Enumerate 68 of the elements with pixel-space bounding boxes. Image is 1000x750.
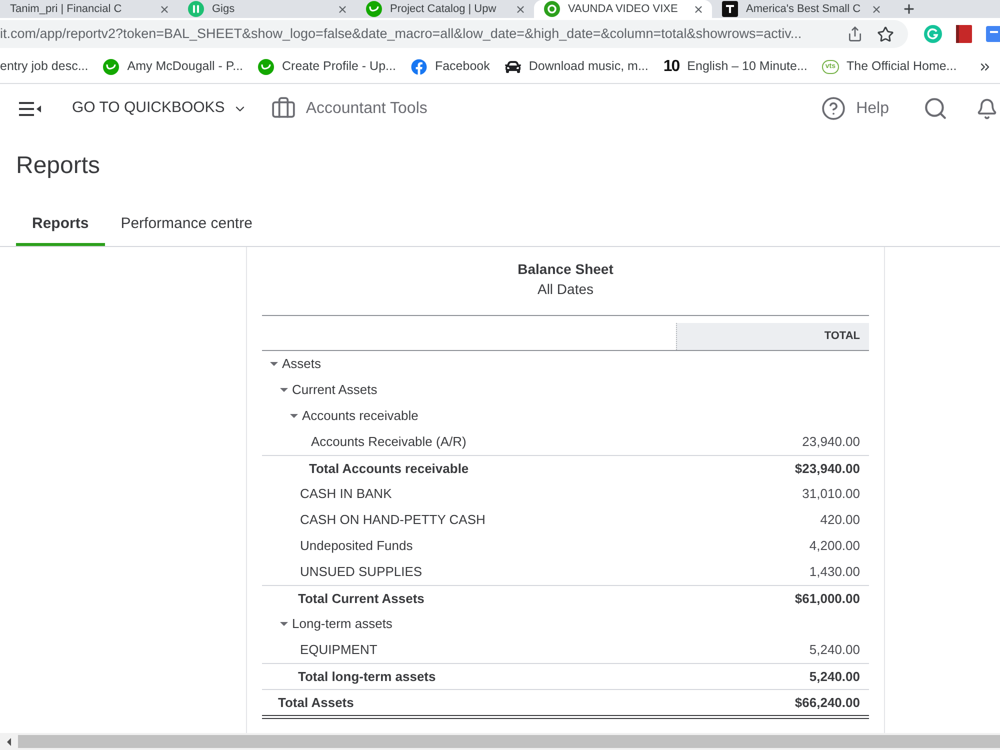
account-name: EQUIPMENT bbox=[300, 641, 378, 660]
amount: 31,010.00 bbox=[802, 485, 860, 504]
caret-down-icon[interactable] bbox=[280, 622, 288, 626]
account-name: Undeposited Funds bbox=[300, 537, 413, 556]
square-logo-icon[interactable] bbox=[986, 26, 1000, 42]
help-icon bbox=[821, 96, 846, 121]
section-label: Assets bbox=[282, 355, 322, 374]
bookmark-item[interactable]: Create Profile - Up... bbox=[258, 57, 396, 76]
account-name: UNSUED SUPPLIES bbox=[300, 563, 422, 582]
plus-icon[interactable] bbox=[902, 2, 916, 16]
bookmark-item[interactable]: 10 English – 10 Minute... bbox=[663, 57, 808, 76]
column-header: TOTAL bbox=[676, 323, 869, 350]
amount: 4,200.00 bbox=[809, 537, 860, 556]
amount: 23,940.00 bbox=[802, 433, 860, 452]
section-label: Long-term assets bbox=[292, 615, 392, 634]
search-icon[interactable] bbox=[923, 96, 948, 121]
caret-down-icon[interactable] bbox=[280, 388, 288, 392]
briefcase-icon bbox=[270, 96, 296, 121]
report-period: All Dates bbox=[536, 280, 595, 298]
caret-left-icon[interactable] bbox=[7, 738, 11, 746]
amount: 420.00 bbox=[820, 511, 860, 530]
logo-text: 10 bbox=[663, 58, 680, 74]
facebook-icon bbox=[410, 58, 427, 74]
address-bar[interactable]: it.com/app/reportv2?token=BAL_SHEET&show_logo=false&date_macro=all&low_date=&high_date=&column=total&showrows=activ... bbox=[0, 20, 908, 48]
star-icon[interactable] bbox=[877, 26, 894, 42]
total-amount: $66,240.00 bbox=[794, 694, 860, 712]
amount: 5,240.00 bbox=[809, 641, 860, 660]
section-label: Accounts receivable bbox=[302, 407, 418, 426]
page-title: Reports bbox=[16, 151, 100, 181]
browser-tab[interactable]: VAUNDA VIDEO VIXE bbox=[534, 0, 712, 18]
total-label: Total Current Assets bbox=[298, 590, 424, 608]
bookmark-item[interactable]: Download music, m... bbox=[504, 57, 648, 76]
bookmark-item[interactable]: entry job desc... bbox=[0, 57, 88, 76]
close-icon[interactable] bbox=[159, 4, 170, 14]
close-icon[interactable] bbox=[337, 4, 348, 14]
total-amount: $23,940.00 bbox=[794, 460, 860, 478]
page-tab[interactable]: Performance centre bbox=[104, 206, 268, 246]
page-tab[interactable]: Reports bbox=[16, 206, 105, 246]
total-label: Total Accounts receivable bbox=[309, 460, 469, 478]
account-name: CASH ON HAND-PETTY CASH bbox=[300, 511, 486, 530]
total-label: Total Assets bbox=[278, 694, 354, 712]
close-icon[interactable] bbox=[515, 4, 526, 14]
url-text: it.com/app/reportv2?token=BAL_SHEET&show_logo=false&date_macro=all&low_date=&high_date=&column=total&showrows=activ... bbox=[0, 24, 803, 43]
dropdown-button[interactable]: GO TO QUICKBOOKS bbox=[72, 97, 247, 120]
section-label: Current Assets bbox=[292, 381, 378, 400]
help-button[interactable]: Help bbox=[821, 96, 889, 121]
car-icon bbox=[504, 58, 521, 74]
accountant-tools-button[interactable]: Accountant Tools bbox=[270, 96, 428, 121]
total-amount: 5,240.00 bbox=[809, 668, 860, 686]
amount: 1,430.00 bbox=[809, 563, 860, 582]
menu-icon[interactable] bbox=[19, 100, 41, 116]
bookmark-item[interactable]: Facebook bbox=[410, 57, 490, 76]
circle-logo-icon bbox=[103, 58, 120, 74]
share-icon[interactable] bbox=[847, 26, 863, 42]
account-name: Accounts Receivable (A/R) bbox=[311, 433, 466, 452]
scrollbar-thumb[interactable] bbox=[18, 735, 1000, 748]
bookmark-item[interactable]: Amy McDougall - P... bbox=[103, 57, 244, 76]
account-name: CASH IN BANK bbox=[300, 485, 392, 504]
bell-icon[interactable] bbox=[976, 96, 998, 120]
report-title: Balance Sheet bbox=[516, 261, 614, 277]
close-icon[interactable] bbox=[693, 4, 704, 14]
caret-down-icon[interactable] bbox=[290, 414, 298, 418]
caret-down-icon[interactable] bbox=[270, 362, 278, 366]
close-icon[interactable] bbox=[871, 4, 882, 14]
circle-logo-icon bbox=[258, 58, 274, 74]
total-amount: $61,000.00 bbox=[794, 590, 860, 608]
total-label: Total long-term assets bbox=[298, 668, 436, 686]
horizontal-scrollbar[interactable] bbox=[0, 733, 1000, 750]
